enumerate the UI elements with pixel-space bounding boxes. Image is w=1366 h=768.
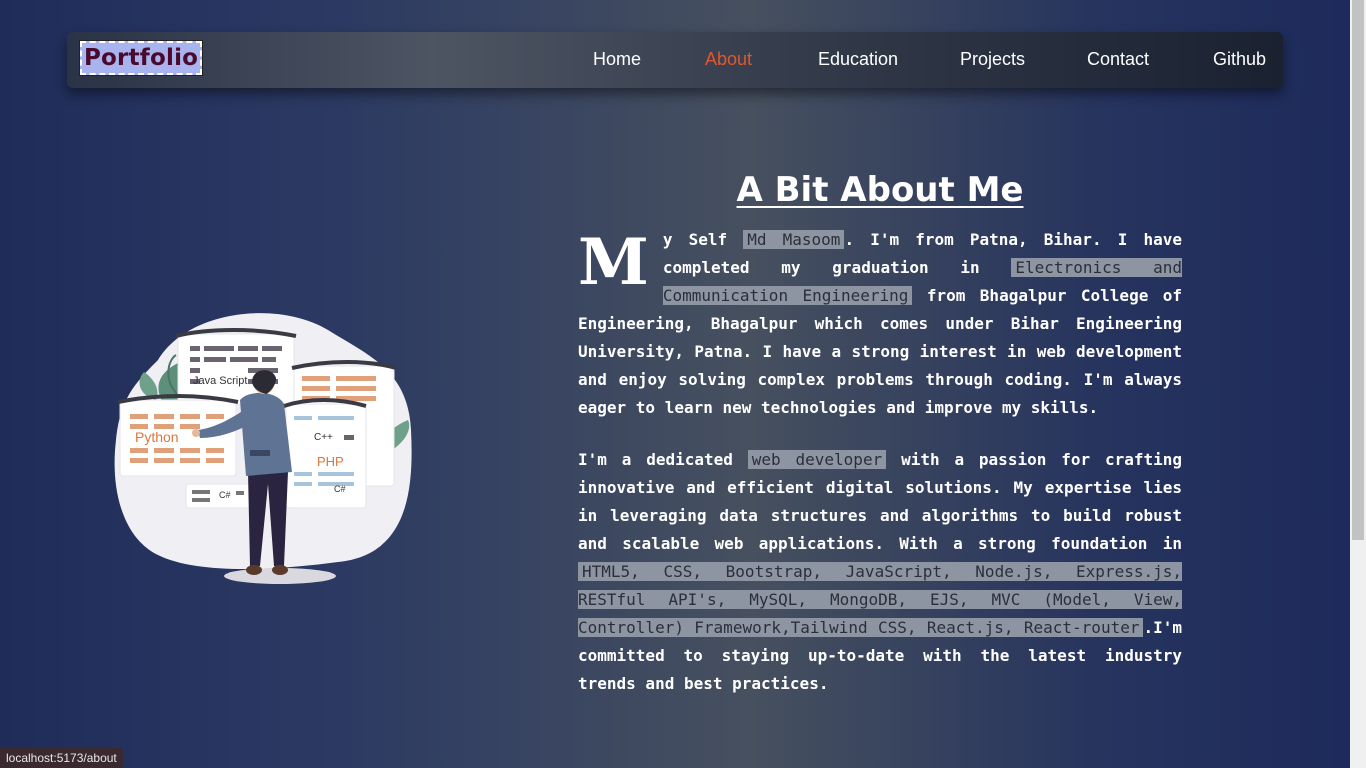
page-scrollbar-thumb[interactable] — [1352, 0, 1364, 540]
p1-text-3: from Bhagalpur College of Engineering, B… — [578, 286, 1183, 417]
navbar: Portfolio Home About Education Projects … — [67, 32, 1283, 88]
status-bar-url: localhost:5173/about — [0, 748, 123, 768]
page: Portfolio Home About Education Projects … — [0, 0, 1350, 768]
nav-contact-link[interactable]: Contact — [1087, 49, 1149, 70]
nav-education-link[interactable]: Education — [818, 49, 898, 70]
illustration-label-cpp: C++ — [314, 432, 333, 443]
p2-text-1: I'm a dedicated — [578, 450, 748, 469]
dropcap-letter: M — [578, 225, 649, 300]
illustration-label-csharp-left: C# — [219, 490, 231, 500]
highlight-name: Md Masoom — [743, 230, 845, 249]
highlight-skills: HTML5, CSS, Bootstrap, JavaScript, Node.… — [578, 562, 1182, 637]
nav-links: Home About Education Projects Contact Gi… — [67, 32, 1283, 88]
nav-about-link[interactable]: About — [705, 49, 752, 70]
about-paragraph-1: My Self Md Masoom. I'm from Patna, Bihar… — [578, 226, 1182, 422]
about-section: A Bit About Me My Self Md Masoom. I'm fr… — [578, 168, 1182, 698]
developer-illustration-svg: Java Script Python C++ PHP C# C# — [114, 313, 412, 584]
about-heading: A Bit About Me — [736, 170, 1024, 210]
p1-text-1: y Self — [662, 230, 744, 249]
developer-illustration: Java Script Python C++ PHP C# C# — [108, 300, 418, 590]
illustration-label-csharp-right: C# — [334, 484, 346, 494]
nav-projects-link[interactable]: Projects — [960, 49, 1025, 70]
about-paragraph-2: I'm a dedicated web developer with a pas… — [578, 446, 1182, 698]
highlight-role: web developer — [747, 450, 887, 469]
nav-github-link[interactable]: Github — [1213, 49, 1266, 70]
illustration-label-php: PHP — [317, 454, 344, 469]
nav-home-link[interactable]: Home — [593, 49, 641, 70]
illustration-label-javascript: Java Script — [193, 375, 247, 387]
illustration-label-python: Python — [135, 429, 179, 445]
